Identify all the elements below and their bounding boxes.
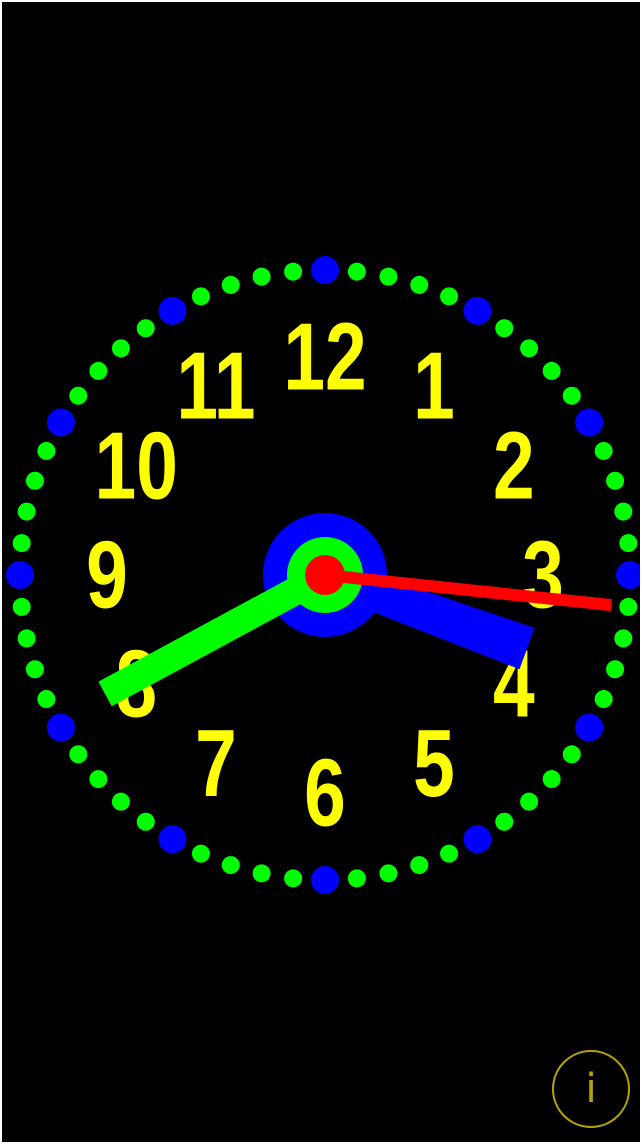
minute-marker-dot [252, 864, 271, 883]
minute-marker-dot [191, 844, 210, 863]
hour-marker-dot [311, 256, 339, 284]
minute-marker-dot [542, 361, 561, 380]
hour-marker-dot [46, 713, 75, 742]
minute-marker-dot [111, 339, 130, 358]
minute-marker-dot [12, 534, 31, 553]
minute-marker-dot [619, 597, 638, 616]
minute-marker-dot [410, 856, 429, 875]
info-icon: i [585, 1066, 597, 1112]
minute-marker-dot [594, 441, 613, 460]
hour-marker-dot [616, 561, 640, 589]
minute-marker-dot [69, 745, 88, 764]
clock-numeral-1: 1 [413, 333, 455, 440]
minute-marker-dot [347, 869, 366, 888]
hour-marker-dot [46, 408, 75, 437]
minute-marker-dot [520, 792, 539, 811]
clock-numeral-10: 10 [95, 412, 178, 519]
minute-marker-dot [17, 629, 36, 648]
minute-marker-dot [440, 287, 459, 306]
hour-marker-dot [158, 296, 187, 325]
hour-marker-dot [158, 825, 187, 854]
analog-clock: 121234567891011 [6, 256, 640, 894]
clock-numeral-2: 2 [493, 412, 535, 519]
minute-marker-dot [520, 339, 539, 358]
minute-marker-dot [562, 745, 581, 764]
minute-marker-dot [37, 441, 56, 460]
minute-marker-dot [25, 660, 44, 679]
minute-marker-dot [221, 275, 240, 294]
minute-marker-dot [495, 319, 514, 338]
minute-marker-dot [606, 660, 625, 679]
clock-numeral-5: 5 [413, 710, 455, 817]
minute-marker-dot [37, 690, 56, 709]
minute-marker-dot [594, 690, 613, 709]
hour-marker-dot [6, 561, 34, 589]
hour-marker-dot [463, 296, 492, 325]
clock-numeral-12: 12 [283, 303, 366, 410]
hour-marker-dot [575, 408, 604, 437]
clock-numeral-9: 9 [86, 521, 128, 628]
minute-marker-dot [17, 502, 36, 521]
minute-marker-dot [606, 471, 625, 490]
info-button[interactable]: i [552, 1050, 630, 1128]
clock-numeral-3: 3 [522, 521, 564, 628]
minute-marker-dot [619, 534, 638, 553]
minute-marker-dot [379, 864, 398, 883]
minute-marker-dot [191, 287, 210, 306]
hour-marker-dot [463, 825, 492, 854]
minute-marker-dot [410, 275, 429, 294]
minute-marker-dot [379, 267, 398, 286]
minute-marker-dot [111, 792, 130, 811]
minute-marker-dot [440, 844, 459, 863]
minute-marker-dot [136, 812, 155, 831]
minute-marker-dot [89, 770, 108, 789]
minute-marker-dot [562, 386, 581, 405]
minute-marker-dot [495, 812, 514, 831]
clock-numeral-7: 7 [195, 710, 237, 817]
clock-numeral-6: 6 [304, 739, 346, 846]
minute-marker-dot [252, 267, 271, 286]
minute-marker-dot [89, 361, 108, 380]
minute-marker-dot [542, 770, 561, 789]
clock-numeral-11: 11 [176, 333, 255, 440]
minute-marker-dot [284, 262, 303, 281]
clock-hub-center [305, 555, 345, 595]
minute-marker-dot [25, 471, 44, 490]
hour-marker-dot [311, 866, 339, 894]
minute-marker-dot [12, 597, 31, 616]
minute-marker-dot [69, 386, 88, 405]
minute-marker-dot [614, 502, 633, 521]
hour-marker-dot [575, 713, 604, 742]
minute-marker-dot [221, 856, 240, 875]
minute-marker-dot [614, 629, 633, 648]
minute-marker-dot [136, 319, 155, 338]
clock-screen: 121234567891011 i [2, 2, 640, 1142]
minute-marker-dot [284, 869, 303, 888]
minute-marker-dot [347, 262, 366, 281]
